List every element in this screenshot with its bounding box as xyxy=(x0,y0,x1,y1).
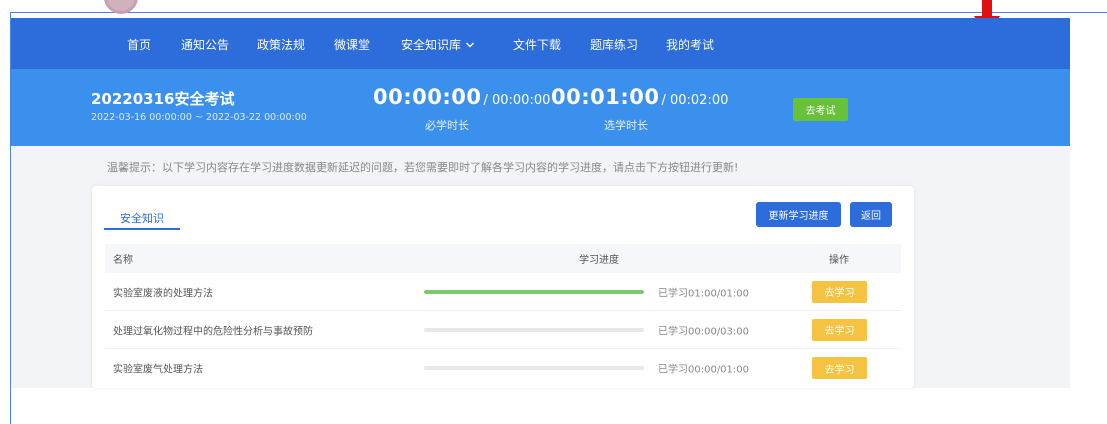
progress-bar xyxy=(424,366,644,370)
nav-item-knowledge-base-label: 安全知识库 xyxy=(401,38,462,52)
main-content: 温馨提示：以下学习内容存在学习进度数据更新延迟的问题，若您需要即时了解各学习内容… xyxy=(11,146,1070,388)
back-button[interactable]: 返回 xyxy=(850,202,892,227)
optional-time: 00:01:00 xyxy=(551,85,660,109)
update-tip: 温馨提示：以下学习内容存在学习进度数据更新延迟的问题，若您需要即时了解各学习内容… xyxy=(107,161,739,174)
exam-banner: 20220316安全考试 2022-03-16 00:00:00 ~ 2022-… xyxy=(11,69,1070,146)
progress-text: 已学习01:00/01:00 xyxy=(658,288,750,299)
nav-item-policies[interactable]: 政策法规 xyxy=(257,36,305,53)
table-row: 实验室废液的处理方法 已学习01:00/01:00 去学习 xyxy=(105,273,901,311)
go-study-button[interactable]: 去学习 xyxy=(812,357,867,379)
go-exam-button[interactable]: 去考试 xyxy=(793,98,848,121)
row-name: 处理过氧化物过程中的危险性分析与事故预防 xyxy=(113,326,313,337)
required-time: 00:00:00 xyxy=(373,85,482,109)
table-row: 处理过氧化物过程中的危险性分析与事故预防 已学习00:00/03:00 去学习 xyxy=(105,311,901,349)
nav-item-micro-class[interactable]: 微课堂 xyxy=(334,36,370,53)
required-timer: 00:00:00 / 00:00:00 xyxy=(373,85,550,109)
study-table: 名称 学习进度 操作 实验室废液的处理方法 已学习01:00/01:00 去学习… xyxy=(105,244,901,387)
header-action: 操作 xyxy=(829,255,849,266)
optional-total: / 00:02:00 xyxy=(661,93,729,108)
nav-item-question-bank[interactable]: 题库练习 xyxy=(590,36,638,53)
study-card: 安全知识 更新学习进度 返回 名称 学习进度 操作 实验室废液的处理方法 已学习… xyxy=(92,186,914,388)
progress-text: 已学习00:00/03:00 xyxy=(658,326,750,337)
go-study-button[interactable]: 去学习 xyxy=(812,318,867,341)
exam-title: 20220316安全考试 xyxy=(91,90,235,108)
nav-item-notices[interactable]: 通知公告 xyxy=(181,36,229,53)
row-name: 实验室废液的处理方法 xyxy=(113,288,213,299)
progress-bar xyxy=(424,289,644,294)
table-row: 实验室废气处理方法 已学习00:00/01:00 去学习 xyxy=(105,349,901,387)
row-name: 实验室废气处理方法 xyxy=(113,364,203,376)
optional-timer: 00:01:00 / 00:02:00 xyxy=(551,85,728,109)
nav-item-my-exams[interactable]: 我的考试 xyxy=(666,36,714,53)
nav-item-knowledge-base[interactable]: 安全知识库 xyxy=(401,36,475,53)
optional-label: 选学时长 xyxy=(604,119,648,132)
update-progress-button[interactable]: 更新学习进度 xyxy=(756,202,841,227)
required-total: / 00:00:00 xyxy=(483,93,551,108)
header-name: 名称 xyxy=(113,255,133,266)
top-navbar: 首页 通知公告 政策法规 微课堂 安全知识库 文件下载 题库练习 我的考试 xyxy=(11,18,1070,69)
nav-item-downloads[interactable]: 文件下载 xyxy=(513,36,561,53)
table-header: 名称 学习进度 操作 xyxy=(105,244,901,273)
required-label: 必学时长 xyxy=(425,119,469,132)
progress-bar-fill xyxy=(424,289,644,294)
tab-safety-knowledge[interactable]: 安全知识 xyxy=(104,210,180,230)
progress-text: 已学习00:00/01:00 xyxy=(658,364,750,376)
header-progress: 学习进度 xyxy=(579,255,619,266)
chevron-down-icon xyxy=(466,42,475,47)
progress-bar xyxy=(424,327,644,332)
nav-item-home[interactable]: 首页 xyxy=(127,36,151,53)
exam-date-range: 2022-03-16 00:00:00 ~ 2022-03-22 00:00:0… xyxy=(91,112,307,123)
site-logo xyxy=(104,0,138,14)
go-study-button[interactable]: 去学习 xyxy=(812,280,867,303)
